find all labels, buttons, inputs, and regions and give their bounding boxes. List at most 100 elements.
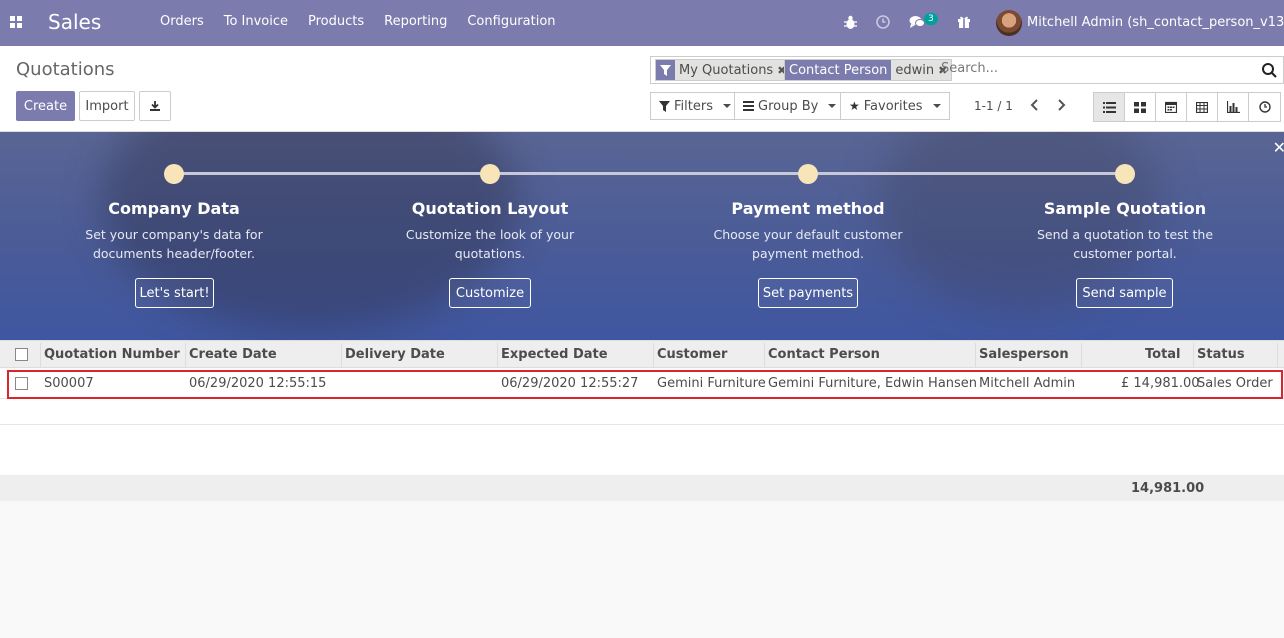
step-description: Customize the look of your quotations. [405, 227, 575, 261]
menu-item-orders[interactable]: Orders [160, 14, 204, 29]
bar-chart-icon [1226, 101, 1240, 113]
menu-item-products[interactable]: Products [308, 14, 364, 29]
favorites-label: Favorites [863, 98, 923, 114]
header-total[interactable]: Total [1145, 347, 1181, 362]
header-status[interactable]: Status [1197, 347, 1245, 362]
list-icon [1102, 101, 1116, 113]
cell-salesperson: Mitchell Admin [979, 376, 1076, 391]
filter-icon [660, 64, 671, 76]
cell-expected-date: 06/29/2020 12:55:27 [501, 376, 639, 391]
filters-dropdown[interactable]: Filters [650, 92, 740, 120]
gift-icon[interactable] [957, 14, 971, 29]
header-salesperson[interactable]: Salesperson [979, 347, 1069, 362]
group-by-dropdown[interactable]: Group By [734, 92, 846, 120]
empty-row [0, 399, 1284, 425]
facet-my-quotations: My Quotations ✖ [655, 59, 792, 81]
activity-view-button[interactable] [1249, 93, 1280, 121]
menu-item-to-invoice[interactable]: To Invoice [224, 14, 288, 29]
graph-view-button[interactable] [1218, 93, 1249, 121]
download-button[interactable] [139, 91, 171, 121]
column-separator [1081, 343, 1082, 367]
calendar-icon [1165, 101, 1177, 113]
column-separator [185, 343, 186, 367]
apps-menu-icon[interactable] [10, 16, 22, 28]
facet-filter-icon-wrap [656, 60, 675, 80]
customize-button[interactable]: Customize [449, 278, 531, 308]
step-dot [1115, 164, 1135, 184]
create-button[interactable]: Create [16, 91, 75, 121]
facet-value: My Quotations [675, 60, 778, 80]
clock-icon [1258, 101, 1271, 113]
pivot-view-button[interactable] [1187, 93, 1218, 121]
chat-icon[interactable] [909, 15, 925, 29]
import-button[interactable]: Import [79, 91, 135, 121]
bars-icon [743, 101, 754, 111]
close-icon[interactable]: ✕ [1273, 138, 1284, 157]
column-separator [341, 343, 342, 367]
search-input[interactable] [941, 61, 1241, 76]
column-separator [653, 343, 654, 367]
column-separator [764, 343, 765, 367]
bug-icon[interactable] [844, 15, 857, 30]
chevron-right-icon[interactable] [1057, 99, 1066, 111]
search-bar: My Quotations ✖ Contact Person edwin ✖ [650, 56, 1284, 84]
facet-value: edwin [891, 60, 939, 80]
header-create-date[interactable]: Create Date [189, 347, 277, 362]
lets-start-button[interactable]: Let's start! [135, 278, 214, 308]
header-expected-date[interactable]: Expected Date [501, 347, 608, 362]
menu-item-configuration[interactable]: Configuration [467, 14, 555, 29]
user-avatar[interactable] [996, 10, 1022, 36]
empty-row [0, 450, 1284, 476]
step-description: Set your company's data for documents he… [85, 227, 263, 261]
facet-contact-person: Contact Person edwin ✖ [784, 59, 953, 81]
star-icon: ★ [849, 99, 860, 113]
clock-icon[interactable] [876, 15, 890, 29]
group-by-label: Group By [758, 98, 819, 114]
favorites-dropdown[interactable]: ★ Favorites [840, 92, 950, 120]
control-panel: Quotations Create Import My Quotations ✖… [0, 46, 1284, 132]
chevron-left-icon[interactable] [1030, 99, 1039, 111]
header-customer[interactable]: Customer [657, 347, 727, 362]
menu-item-reporting[interactable]: Reporting [384, 14, 447, 29]
calendar-view-button[interactable] [1156, 93, 1187, 121]
table-header: Quotation Number Create Date Delivery Da… [0, 340, 1284, 368]
progress-line [174, 172, 1125, 175]
cell-customer: Gemini Furniture [657, 376, 766, 391]
cell-contact-person: Gemini Furniture, Edwin Hansen [768, 376, 978, 391]
pager-value[interactable]: 1-1 / 1 [974, 99, 1013, 113]
kanban-view-button[interactable] [1125, 93, 1156, 121]
onboarding-banner: ✕ Company Data Set your company's data f… [0, 132, 1284, 340]
facet-category: Contact Person [785, 60, 892, 80]
header-contact-person[interactable]: Contact Person [768, 347, 880, 362]
step-dot [798, 164, 818, 184]
table-row[interactable]: S00007 06/29/2020 12:55:15 06/29/2020 12… [0, 369, 1284, 399]
search-icon[interactable] [1261, 62, 1277, 78]
column-separator [1277, 343, 1278, 367]
download-icon [150, 101, 160, 111]
filters-label: Filters [674, 98, 713, 114]
step-dot [480, 164, 500, 184]
cell-status: Sales Order [1197, 376, 1273, 391]
footer-total: 14,981.00 [1131, 481, 1205, 496]
table-footer: 14,981.00 [0, 475, 1284, 501]
table-icon [1196, 101, 1208, 113]
column-separator [975, 343, 976, 367]
send-sample-button[interactable]: Send sample [1076, 278, 1173, 308]
step-title: Company Data [108, 199, 240, 218]
set-payments-button[interactable]: Set payments [758, 278, 858, 308]
view-switcher [1093, 92, 1281, 122]
caret-down-icon [932, 104, 941, 108]
row-checkbox[interactable] [15, 377, 28, 390]
cell-quotation-number: S00007 [44, 376, 94, 391]
filter-icon [659, 100, 670, 112]
step-title: Payment method [731, 199, 885, 218]
header-quotation-number[interactable]: Quotation Number [44, 347, 180, 362]
select-all-checkbox[interactable] [15, 348, 28, 361]
step-title: Sample Quotation [1043, 199, 1207, 218]
header-delivery-date[interactable]: Delivery Date [345, 347, 445, 362]
user-menu[interactable]: Mitchell Admin (sh_contact_person_v13c) [1027, 15, 1284, 30]
list-view-button[interactable] [1094, 93, 1125, 121]
cell-total: £ 14,981.00 [1121, 376, 1200, 391]
step-description: Choose your default customer payment met… [713, 227, 903, 261]
page-title: Quotations [16, 59, 115, 80]
